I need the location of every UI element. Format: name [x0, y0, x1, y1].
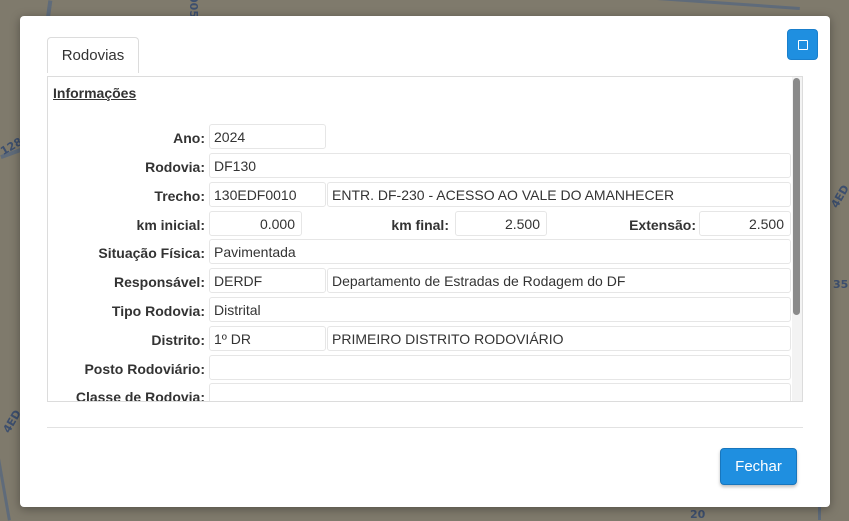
- ano-field[interactable]: 2024: [209, 124, 326, 149]
- responsavel-label: Responsável:: [113, 274, 205, 290]
- posto-rodoviario-label: Posto Rodoviário:: [84, 361, 205, 377]
- map-label: 4ED: [828, 182, 849, 211]
- close-button[interactable]: Fechar: [720, 448, 797, 485]
- info-panel: Informações Ano: 2024 Rodovia: DF130 Tre…: [47, 76, 803, 402]
- situacao-fisica-label: Situação Física:: [98, 245, 205, 261]
- rodovia-label: Rodovia:: [145, 159, 205, 175]
- km-final-field[interactable]: 2.500: [455, 211, 547, 236]
- map-label: 20: [690, 508, 706, 521]
- extensao-field[interactable]: 2.500: [699, 211, 791, 236]
- posto-rodoviario-field[interactable]: [209, 355, 791, 380]
- km-final-label: km final:: [391, 217, 449, 233]
- panel-title: Informações: [53, 85, 137, 101]
- km-inicial-label: km inicial:: [136, 217, 205, 233]
- situacao-fisica-field[interactable]: Pavimentada: [209, 239, 791, 264]
- maximize-button[interactable]: [787, 29, 818, 60]
- distrito-label: Distrito:: [151, 332, 205, 348]
- distrito-code-field[interactable]: 1º DR: [209, 326, 326, 351]
- tipo-rodovia-label: Tipo Rodovia:: [111, 303, 205, 319]
- rodovia-field[interactable]: DF130: [209, 153, 791, 178]
- km-inicial-field[interactable]: 0.000: [209, 211, 302, 236]
- classe-rodovia-field[interactable]: [209, 383, 791, 401]
- extensao-label: Extensão:: [629, 217, 696, 233]
- scrollbar-thumb[interactable]: [793, 78, 800, 315]
- ano-label: Ano:: [173, 130, 205, 146]
- responsavel-description-field[interactable]: Departamento de Estradas de Rodagem do D…: [327, 268, 791, 293]
- map-label: 35: [833, 278, 849, 291]
- maximize-icon: [797, 39, 808, 50]
- classe-rodovia-label: Classe de Rodovia:: [75, 389, 205, 402]
- road-info-dialog: Rodovias Informações Ano: 2024 Rodovia: …: [20, 16, 830, 507]
- trecho-description-field[interactable]: ENTR. DF-230 - ACESSO AO VALE DO AMANHEC…: [327, 182, 791, 207]
- responsavel-code-field[interactable]: DERDF: [209, 268, 326, 293]
- tab-rodovias[interactable]: Rodovias: [47, 37, 139, 73]
- distrito-description-field[interactable]: PRIMEIRO DISTRITO RODOVIÁRIO: [327, 326, 791, 351]
- footer-divider: [47, 427, 803, 428]
- trecho-code-field[interactable]: 130EDF0010: [209, 182, 326, 207]
- trecho-label: Trecho:: [154, 188, 205, 204]
- scrollbar[interactable]: [792, 77, 802, 401]
- tipo-rodovia-field[interactable]: Distrital: [209, 297, 791, 322]
